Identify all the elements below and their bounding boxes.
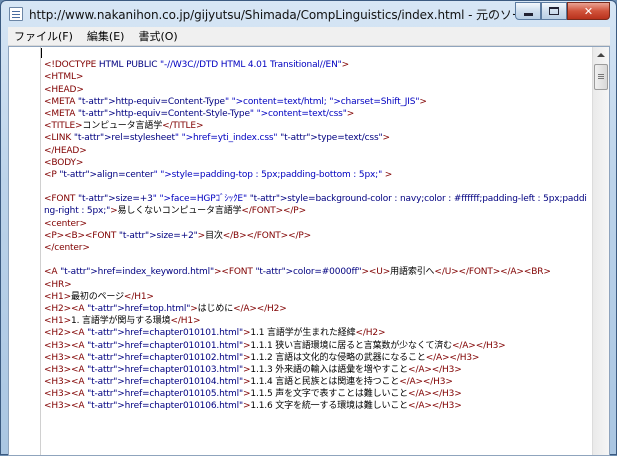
document-icon: [9, 7, 23, 21]
arrow-up-icon: [597, 53, 605, 57]
code-line: 15<P><B><FONT "t-attr">size=+2">目次</B></…: [41, 230, 592, 242]
code-line: 5<META "t-attr">http-equiv=Content-Type"…: [41, 96, 592, 108]
line-text: <H3><A "t-attr">href=chapter010104.html"…: [44, 377, 453, 388]
code-line: 22<H1>1. 言語学が関与する環境</H1>: [41, 315, 592, 327]
menu-file[interactable]: ファイル(F): [14, 28, 73, 44]
code-line: 3<HTML>: [41, 71, 592, 83]
minimize-icon: [523, 12, 533, 16]
code-line: 18<A "t-attr">href=index_keyword.html"><…: [41, 266, 592, 278]
line-text: <H3><A "t-attr">href=chapter010102.html"…: [44, 352, 480, 363]
code-line: 17: [41, 254, 592, 266]
line-text: <P><B><FONT "t-attr">size=+2">目次</B></FO…: [44, 230, 312, 241]
code-line: 10<BODY>: [41, 157, 592, 169]
code-line: 20<H1>最初のページ</H1>: [41, 291, 592, 303]
title-bar[interactable]: http://www.nakanihon.co.jp/gijyutsu/Shim…: [1, 1, 616, 27]
maximize-button[interactable]: [541, 2, 567, 20]
code-line: 9</HEAD>: [41, 145, 592, 157]
maximize-icon: [549, 7, 559, 15]
line-text: <HTML>: [44, 72, 84, 83]
source-editor[interactable]: 12<!DOCTYPE HTML PUBLIC "-//W3C//DTD HTM…: [8, 46, 610, 456]
line-text: <H3><A "t-attr">href=chapter010105.html"…: [44, 389, 462, 400]
menu-edit[interactable]: 編集(E): [87, 28, 125, 44]
code-line: 13<FONT "t-attr">size=+3" ">face=HGPｺﾞｼｯ…: [41, 193, 592, 217]
code-line: 25 <H3><A "t-attr">href=chapter010102.ht…: [41, 352, 592, 364]
line-number-gutter: [9, 47, 41, 455]
code-line: 8<LINK "t-attr">rel=stylesheet" ">href=y…: [41, 132, 592, 144]
line-text: </HEAD>: [44, 145, 87, 156]
minimize-button[interactable]: [515, 2, 541, 20]
line-text: <H3><A "t-attr">href=chapter010106.html"…: [44, 401, 462, 412]
line-text: <HEAD>: [44, 84, 84, 95]
line-text: <!DOCTYPE HTML PUBLIC "-//W3C//DTD HTML …: [44, 60, 350, 71]
text-caret: [41, 47, 42, 58]
code-line: 11<P "t-attr">align=center" ">style=padd…: [41, 169, 592, 181]
code-line: 23 <H2><A "t-attr">href=chapter010101.ht…: [41, 327, 592, 339]
code-line: 16</center>: [41, 242, 592, 254]
line-text: </center>: [44, 243, 90, 254]
code-line: 14<center>: [41, 218, 592, 230]
menu-format[interactable]: 書式(O): [138, 28, 177, 44]
line-text: <H2><A "t-attr">href=chapter010101.html"…: [44, 328, 386, 339]
line-text: <FONT "t-attr">size=+3" ">face=HGPｺﾞｼｯｸE…: [44, 194, 587, 217]
code-line: 19<HR>: [41, 279, 592, 291]
code-line: 12: [41, 181, 592, 193]
scroll-thumb[interactable]: [594, 64, 608, 90]
line-text: <center>: [44, 218, 87, 229]
line-text: <H3><A "t-attr">href=chapter010101.html"…: [44, 340, 506, 351]
close-button[interactable]: ✕: [567, 2, 610, 20]
code-line: 1: [41, 47, 592, 59]
code-line: 26 <H3><A "t-attr">href=chapter010103.ht…: [41, 364, 592, 376]
line-text: <BODY>: [44, 157, 84, 168]
line-text: <H1>最初のページ</H1>: [44, 291, 154, 302]
scroll-up-button[interactable]: [593, 47, 609, 63]
line-text: <HR>: [44, 279, 72, 290]
line-text: <TITLE>コンピュータ言語学</TITLE>: [44, 121, 204, 132]
line-text: <H3><A "t-attr">href=chapter010103.html"…: [44, 364, 462, 375]
code-line: 29 <H3><A "t-attr">href=chapter010106.ht…: [41, 400, 592, 412]
code-line: 7<TITLE>コンピュータ言語学</TITLE>: [41, 120, 592, 132]
code-line: 4<HEAD>: [41, 84, 592, 96]
line-text: <P "t-attr">align=center" ">style=paddin…: [44, 169, 393, 180]
source-viewer-window: http://www.nakanihon.co.jp/gijyutsu/Shim…: [0, 0, 617, 456]
line-text: <META "t-attr">http-equiv=Content-Type" …: [44, 96, 427, 107]
code-line: 6<META "t-attr">http-equiv=Content-Style…: [41, 108, 592, 120]
line-text: <H1>1. 言語学が関与する環境</H1>: [44, 316, 201, 327]
line-text: <LINK "t-attr">rel=stylesheet" ">href=yt…: [44, 133, 390, 144]
line-text: <META "t-attr">http-equiv=Content-Style-…: [44, 108, 355, 119]
code-line: 24 <H3><A "t-attr">href=chapter010101.ht…: [41, 340, 592, 352]
code-line: 2<!DOCTYPE HTML PUBLIC "-//W3C//DTD HTML…: [41, 59, 592, 71]
window-controls: ✕: [515, 2, 610, 21]
code-area[interactable]: 12<!DOCTYPE HTML PUBLIC "-//W3C//DTD HTM…: [41, 47, 592, 455]
code-line: 27 <H3><A "t-attr">href=chapter010104.ht…: [41, 376, 592, 388]
line-text: <H2><A "t-attr">href=top.html">はじめに</A><…: [44, 303, 287, 314]
close-icon: ✕: [583, 4, 594, 18]
menu-bar: ファイル(F) 編集(E) 書式(O): [8, 27, 610, 46]
vertical-scrollbar[interactable]: [592, 47, 609, 455]
window-title: http://www.nakanihon.co.jp/gijyutsu/Shim…: [29, 8, 535, 22]
code-line: 28 <H3><A "t-attr">href=chapter010105.ht…: [41, 388, 592, 400]
code-line: 21 <H2><A "t-attr">href=top.html">はじめに</…: [41, 303, 592, 315]
line-text: <A "t-attr">href=index_keyword.html"><FO…: [44, 267, 551, 278]
